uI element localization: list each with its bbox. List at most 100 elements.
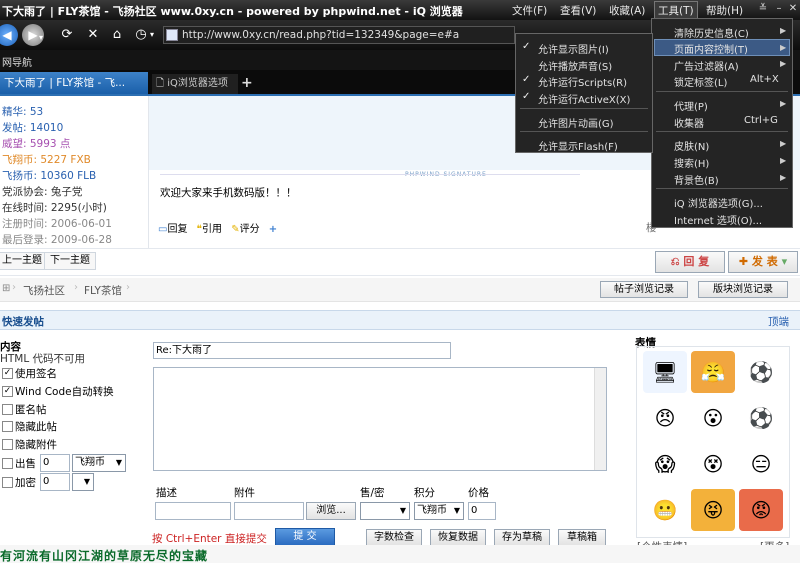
sell-amount-input[interactable]: 0 [40,454,70,472]
history-dropdown-icon[interactable]: ▾ [36,29,46,47]
stop-icon[interactable]: ✕ [84,26,102,44]
reply-button[interactable]: ⎌ 回 复 [655,251,725,273]
sell-currency-select[interactable]: 飞翔币 ▼ [72,454,126,472]
emoticon[interactable]: 😵 [691,443,735,485]
board-history-button[interactable]: 版块浏览记录 [698,281,788,298]
bookmark-item[interactable]: 网导航 [2,54,32,69]
menu-allow-activex[interactable]: 允许运行ActiveX(X) [538,91,630,106]
new-tab-icon[interactable]: + [241,75,253,91]
dropdown-icon: ▾ [781,255,788,268]
points-select[interactable]: 飞翔币 ▼ [414,502,464,520]
word-count-button[interactable]: 字数检查 [366,529,422,546]
menu-background[interactable]: 背景色(B) [674,172,719,187]
encrypt-amount-input[interactable]: 0 [40,473,70,491]
menu-content-control[interactable]: 页面内容控制(T) [674,41,748,56]
restore-data-button[interactable]: 恢复数据 [430,529,486,546]
textarea-scrollbar[interactable] [594,368,606,470]
home-icon[interactable]: ⌂ [108,26,126,44]
menu-allow-animation[interactable]: 允许图片动画(G) [538,115,614,130]
collapse-icon[interactable]: ≚ [756,3,770,16]
shortcut-lock: Alt+X [750,74,779,85]
chevron-right-icon: › [12,282,16,293]
menu-proxy[interactable]: 代理(P) [674,98,708,113]
quote-link[interactable]: 引用 [202,224,222,235]
menu-allow-flash[interactable]: 允许显示Flash(F) [538,138,618,153]
new-thread-label: 发 表 [751,255,778,268]
menu-ad-filter[interactable]: 广告过滤器(A) [674,58,739,73]
checkbox-sell[interactable] [2,458,13,469]
tab-label: iQ浏览器选项 [167,78,228,89]
save-draft-button[interactable]: 存为草稿 [494,529,550,546]
next-thread-button[interactable]: 下一主题 [44,252,96,270]
minimize-icon[interactable]: – [772,3,786,16]
checkbox-windcode[interactable]: ✓ [2,386,13,397]
checkbox-hide-post[interactable] [2,421,13,432]
menu-help[interactable]: 帮助(H) [706,3,743,18]
back-icon[interactable]: ◀ [0,24,18,46]
menu-lock-tab[interactable]: 锁定标签(L) [674,74,727,89]
rate-link[interactable]: 评分 [240,224,260,235]
price-input[interactable]: 0 [468,502,496,520]
tab-options[interactable]: 🗋 iQ浏览器选项 [152,74,238,94]
emoticon[interactable]: ⚽ [739,351,783,393]
emoticon[interactable]: 😑 [739,443,783,485]
menu-iq-options[interactable]: iQ 浏览器选项(G)... [674,195,763,210]
thread-history-button[interactable]: 帖子浏览记录 [600,281,688,298]
emoticon[interactable]: 😠 [643,397,687,439]
emoticon[interactable]: 😱 [643,443,687,485]
menu-view[interactable]: 查看(V) [560,3,596,18]
breadcrumb-home-icon[interactable]: ⊞ [2,283,10,294]
desc-input[interactable] [155,502,231,520]
menu-separator [656,188,788,189]
address-bar[interactable]: http://www.0xy.cn/read.php?tid=132349&pa… [163,26,515,44]
breadcrumb-site[interactable]: 飞扬社区 [23,283,65,298]
encrypt-select[interactable]: ▼ [72,473,94,491]
emoticon[interactable]: 😡 [739,489,783,531]
breadcrumb-board[interactable]: FLY茶馆 [84,283,122,298]
history-arrow-icon[interactable]: ▾ [147,26,157,44]
chevron-down-icon: ▼ [453,506,460,515]
checkbox-hide-attach[interactable] [2,439,13,450]
emoticon[interactable]: 🖥 [643,351,687,393]
menu-allow-images[interactable]: 允许显示图片(I) [538,41,609,56]
emoticon[interactable]: 😤 [691,351,735,393]
emoticon[interactable]: ⚽ [739,397,783,439]
tab-active[interactable]: 下大雨了 | FLY茶馆 - 飞... [0,72,148,94]
content-textarea[interactable] [153,367,607,471]
html-note: HTML 代码不可用 [0,353,86,365]
top-link[interactable]: 顶端 [768,314,789,329]
menu-allow-scripts[interactable]: 允许运行Scripts(R) [538,74,627,89]
submit-button[interactable]: 提 交 [275,528,335,546]
checkbox-anonymous[interactable] [2,404,13,415]
new-thread-icon: ✚ [738,255,749,268]
menu-skin[interactable]: 皮肤(N) [674,138,709,153]
add-link[interactable]: + [269,224,277,235]
profile-flb: 飞扬币: 10360 FLB [2,170,97,182]
reply-link[interactable]: 回复 [167,224,187,235]
menu-clear-history[interactable]: 清除历史信息(C) [674,25,749,40]
close-icon[interactable]: ✕ [786,3,800,16]
browse-button[interactable]: 浏览... [306,502,356,520]
emoticon[interactable]: 😬 [643,489,687,531]
subject-input[interactable]: Re:下大雨了 [153,342,451,359]
footer: 有河流有山冈江湖的草原无尽的宝藏 [0,545,800,563]
emoticons-panel: 🖥 😤 ⚽ 😠 😮 ⚽ 😱 😵 😑 😬 😝 😡 [636,346,790,538]
refresh-icon[interactable]: ⟳ [58,26,76,44]
menu-internet-options[interactable]: Internet 选项(O)... [674,212,762,227]
menu-collector[interactable]: 收集器 [674,115,704,130]
sell-type-select[interactable]: ▼ [360,502,410,520]
menu-search[interactable]: 搜索(H) [674,155,709,170]
prev-thread-button[interactable]: 上一主题 [0,252,48,270]
checkbox-signature[interactable]: ✓ [2,368,13,379]
menu-file[interactable]: 文件(F) [512,3,547,18]
menu-favorites[interactable]: 收藏(A) [609,3,645,18]
new-thread-button[interactable]: ✚ 发 表 ▾ [728,251,798,273]
menu-allow-sound[interactable]: 允许播放声音(S) [538,58,612,73]
menu-separator [656,91,788,92]
emoticon[interactable]: 😝 [691,489,735,531]
menu-tools[interactable]: 工具(T) [654,1,698,19]
emoticon[interactable]: 😮 [691,397,735,439]
attach-input[interactable] [234,502,304,520]
draft-box-button[interactable]: 草稿箱 [558,529,606,546]
checkbox-encrypt[interactable] [2,477,13,488]
